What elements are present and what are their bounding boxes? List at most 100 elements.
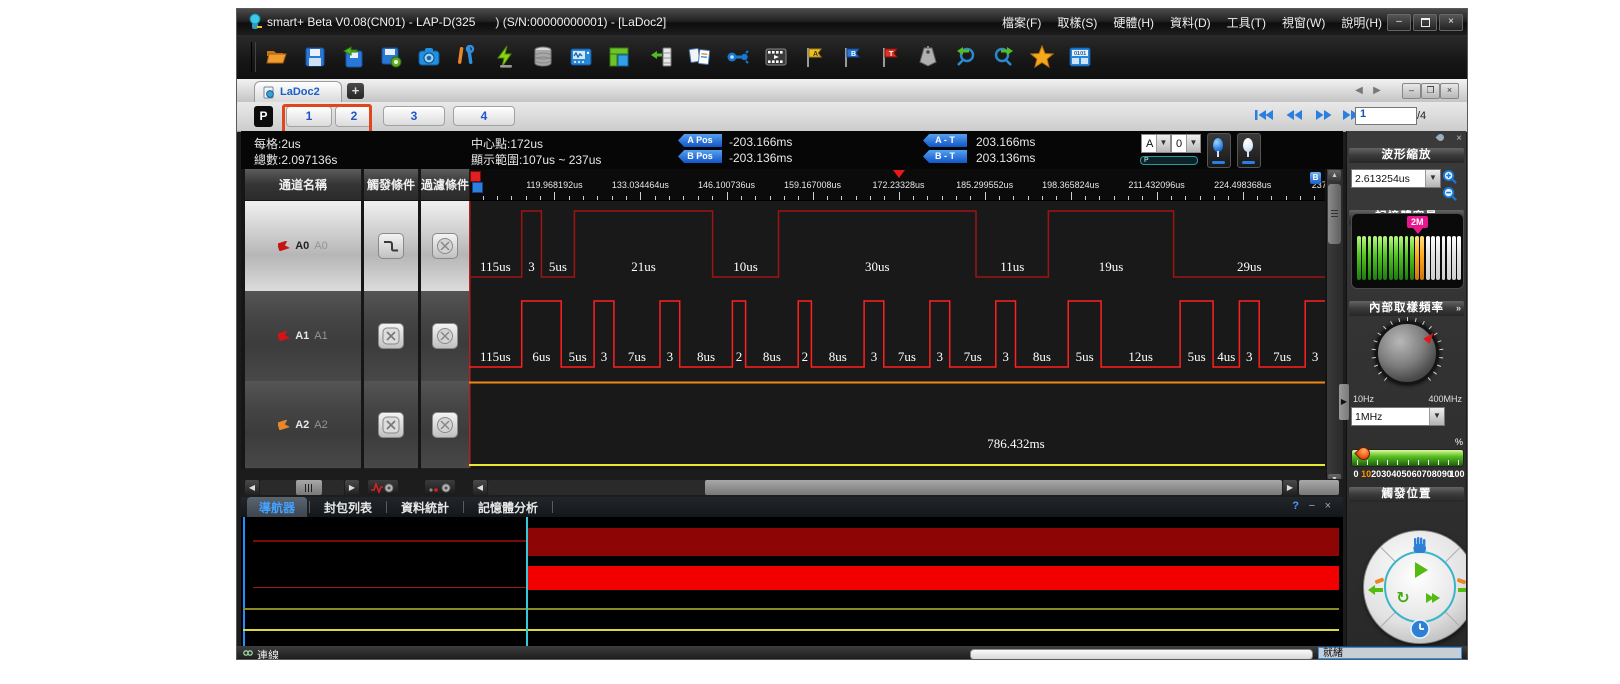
- pin-icon[interactable]: [1436, 133, 1446, 143]
- vscroll-thumb[interactable]: [1328, 184, 1341, 244]
- bottom-tab-0[interactable]: 導航器: [247, 497, 307, 518]
- b-bookmark-icon[interactable]: B: [1310, 172, 1321, 184]
- waveform-plot-a1[interactable]: 115us6us5us37us38us28us28us37us37us38us5…: [469, 291, 1325, 382]
- flag-t-icon[interactable]: T: [875, 42, 904, 72]
- close-button[interactable]: ×: [1439, 14, 1463, 31]
- add-tab-button[interactable]: +: [347, 83, 364, 99]
- a-pos-badge[interactable]: A Pos: [678, 134, 722, 147]
- flag-b-icon[interactable]: B: [837, 42, 866, 72]
- trigger-mark-view-button[interactable]: [368, 480, 398, 495]
- panel-collapse-arrow[interactable]: ▶: [1339, 384, 1349, 420]
- wave-scroll-right-icon[interactable]: ▶: [1283, 480, 1297, 495]
- video-playback-icon[interactable]: [761, 42, 790, 72]
- menu-item-4[interactable]: 工具(T): [1220, 11, 1273, 34]
- goto-a-cursor-button[interactable]: [1207, 133, 1231, 168]
- save-file-icon[interactable]: [300, 42, 329, 72]
- settings-tools-icon[interactable]: [452, 42, 481, 72]
- channel-name-cell-a1[interactable]: A1A1: [245, 291, 361, 382]
- doc-close-button[interactable]: ×: [1440, 83, 1459, 99]
- cursor-flag-b-icon[interactable]: [472, 182, 483, 193]
- timer-button[interactable]: [1408, 617, 1432, 641]
- name-scroll-right-icon[interactable]: ▶: [345, 480, 359, 495]
- page-next-button[interactable]: [1311, 108, 1337, 125]
- name-scroll-left-icon[interactable]: ◀: [245, 480, 259, 495]
- page-first-button[interactable]: [1251, 108, 1277, 125]
- name-scroll-track[interactable]: [260, 480, 344, 495]
- bus-connect-icon[interactable]: [723, 42, 752, 72]
- vertical-scrollbar[interactable]: ▲ ▼: [1326, 169, 1343, 487]
- compare-files-icon[interactable]: [685, 42, 714, 72]
- menu-item-6[interactable]: 說明(H): [1334, 11, 1389, 34]
- play-button[interactable]: [1411, 561, 1431, 579]
- b-pos-badge[interactable]: B Pos: [678, 150, 722, 163]
- filter-condition-button-a0[interactable]: [432, 233, 458, 259]
- dock-close-button[interactable]: ×: [1456, 133, 1462, 144]
- waveform-plot-a2[interactable]: 786.432ms: [469, 381, 1325, 468]
- navigator-view[interactable]: [241, 517, 1343, 646]
- page-button-4[interactable]: 4: [453, 106, 515, 126]
- menu-item-1[interactable]: 取樣(S): [1050, 11, 1104, 34]
- wave-scroll-left-icon[interactable]: ◀: [473, 480, 487, 495]
- trigger-position-slider[interactable]: [1351, 449, 1464, 467]
- hand-pan-button[interactable]: [1408, 535, 1432, 555]
- page-button-2[interactable]: 2: [335, 106, 372, 127]
- instrument-panel-icon[interactable]: [566, 42, 595, 72]
- chevrons-icon[interactable]: »: [1456, 301, 1460, 316]
- column-header-0[interactable]: 通道名稱: [245, 169, 362, 200]
- goto-b-cursor-button[interactable]: [1237, 133, 1261, 168]
- column-header-1[interactable]: 觸發條件: [364, 169, 419, 200]
- bottom-tab-2[interactable]: 資料統計: [389, 497, 461, 518]
- page-p-button[interactable]: P: [254, 106, 273, 127]
- restore-button[interactable]: [1413, 14, 1437, 31]
- menu-item-2[interactable]: 硬體(H): [1106, 11, 1161, 34]
- menu-item-5[interactable]: 視窗(W): [1275, 11, 1332, 34]
- repeat-button[interactable]: ↻: [1394, 589, 1412, 607]
- jump-prev-button[interactable]: [1365, 575, 1387, 599]
- doc-restore-button[interactable]: ❐: [1421, 83, 1440, 99]
- page-prev-button[interactable]: [1281, 108, 1307, 125]
- doc-minimize-button[interactable]: –: [1402, 83, 1421, 99]
- favorites-icon[interactable]: [1027, 42, 1056, 72]
- filter-condition-button-a1[interactable]: [432, 323, 458, 349]
- search-prev-icon[interactable]: [951, 42, 980, 72]
- window-layout-icon[interactable]: [604, 42, 633, 72]
- trigger-condition-button-a1[interactable]: [378, 323, 404, 349]
- save-settings-icon[interactable]: [376, 42, 405, 72]
- bus-decode-icon[interactable]: 0101: [1065, 42, 1094, 72]
- sample-rate-select[interactable]: 1MHz▼: [1351, 407, 1445, 426]
- page-button-3[interactable]: 3: [383, 106, 445, 126]
- page-button-1[interactable]: 1: [286, 106, 332, 127]
- minimize-button[interactable]: –: [1387, 14, 1411, 31]
- tab-scroll-right-icon[interactable]: ▶: [1369, 84, 1385, 97]
- search-next-icon[interactable]: [989, 42, 1018, 72]
- zoom-out-icon[interactable]: [1442, 186, 1457, 201]
- panel-minimize-button[interactable]: −: [1309, 500, 1315, 512]
- cursor-flag-t-icon[interactable]: [470, 171, 481, 182]
- trigger-marker-icon[interactable]: [893, 170, 905, 178]
- menu-item-0[interactable]: 檔案(F): [995, 11, 1048, 34]
- filter-condition-button-a2[interactable]: [432, 412, 458, 438]
- zoom-in-icon[interactable]: [1442, 169, 1457, 184]
- tab-ladoc2[interactable]: LaDoc2: [254, 81, 342, 102]
- trigger-condition-button-a0[interactable]: [378, 233, 404, 259]
- acquire-power-icon[interactable]: [490, 42, 519, 72]
- memory-device-icon[interactable]: [528, 42, 557, 72]
- page-number-input[interactable]: 1: [1355, 107, 1417, 125]
- index-select[interactable]: 0▼: [1171, 134, 1201, 153]
- panel-help-button[interactable]: ?: [1292, 500, 1299, 512]
- bottom-tab-3[interactable]: 記憶體分析: [466, 497, 550, 518]
- wave-scroll-track[interactable]: [488, 480, 1282, 495]
- export-data-icon[interactable]: [647, 42, 676, 72]
- navigator-cursor[interactable]: [526, 517, 528, 646]
- sample-rate-knob[interactable]: [1369, 315, 1445, 391]
- label-tag-icon[interactable]: [913, 42, 942, 72]
- zoom-scale-select[interactable]: 2.613254us▼: [1351, 169, 1441, 188]
- bottom-tab-1[interactable]: 封包列表: [312, 497, 384, 518]
- save-restore-icon[interactable]: [338, 42, 367, 72]
- tab-scroll-left-icon[interactable]: ◀: [1351, 84, 1367, 97]
- channel-name-cell-a2[interactable]: A2A2: [245, 381, 361, 469]
- scroll-up-icon[interactable]: ▲: [1328, 170, 1341, 182]
- waveform-plot-a0[interactable]: 115us35us21us10us30us11us19us29us: [469, 201, 1325, 292]
- screenshot-icon[interactable]: [414, 42, 443, 72]
- jump-next-button[interactable]: [1454, 575, 1466, 599]
